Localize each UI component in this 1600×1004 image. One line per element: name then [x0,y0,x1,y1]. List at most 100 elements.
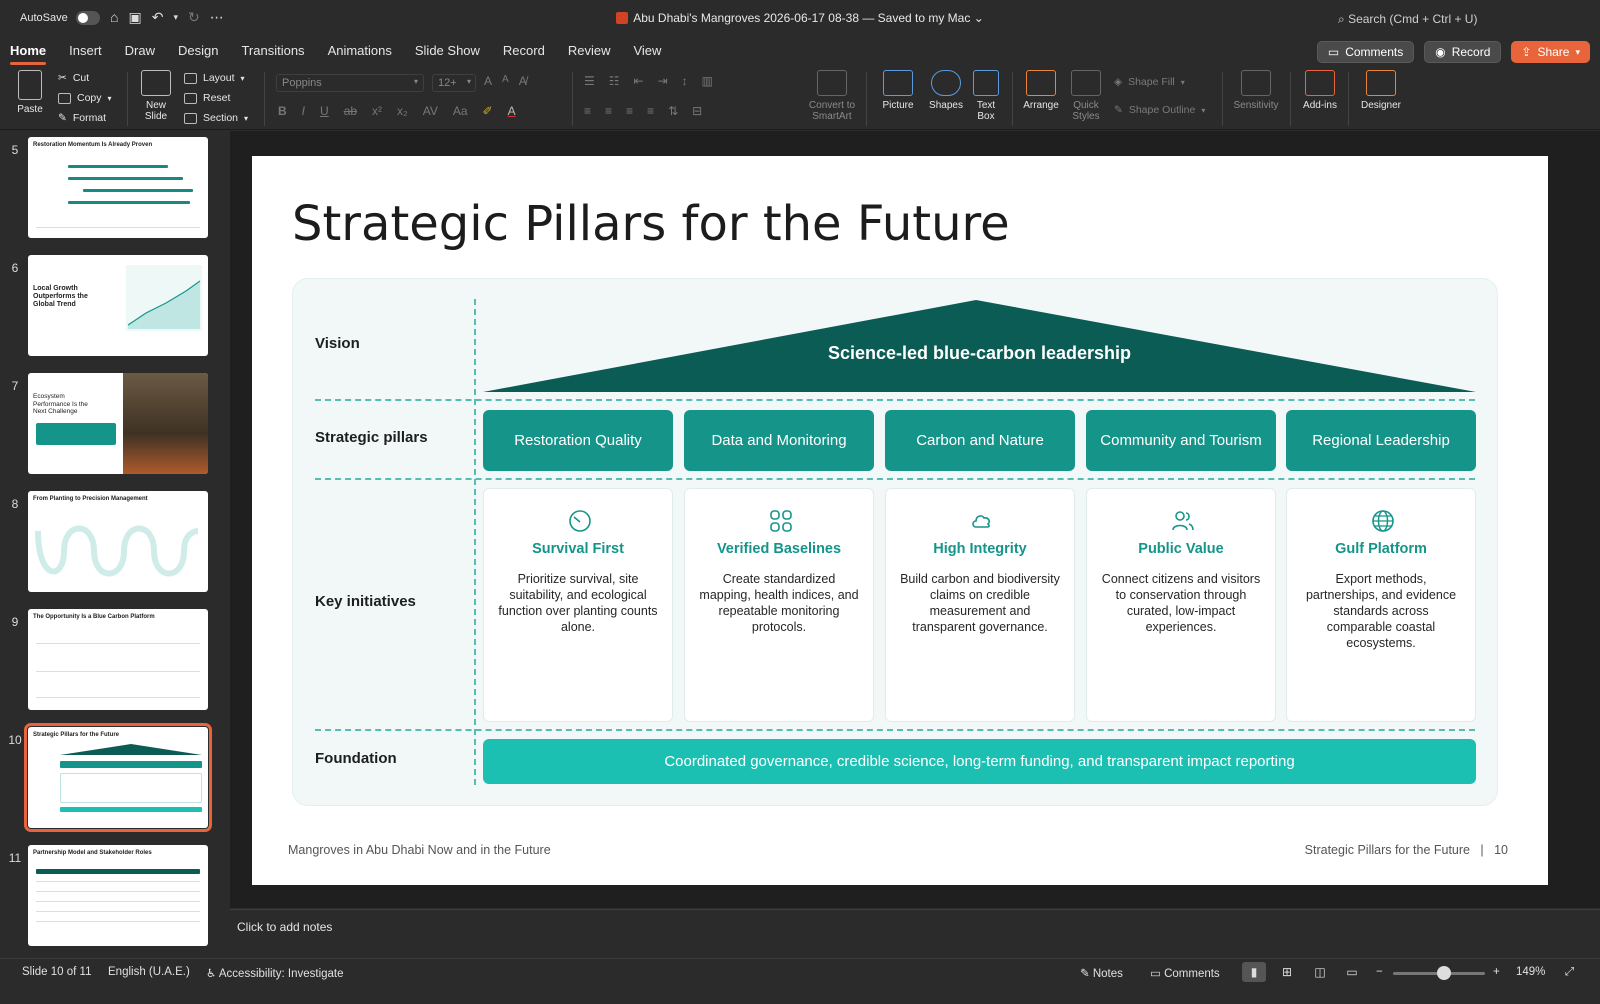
character-spacing-icon[interactable]: AV [423,104,438,118]
thumbnail-image-selected[interactable]: Strategic Pillars for the Future [24,723,212,832]
slide-title[interactable]: Strategic Pillars for the Future [292,196,1010,252]
shapes-button[interactable]: Shapes [924,70,968,111]
grow-font-icon[interactable]: A [484,74,492,88]
text-direction-icon[interactable]: ⇅ [668,104,678,118]
accessibility-button[interactable]: ♿ Accessibility: Investigate [206,966,344,980]
tab-design[interactable]: Design [178,43,218,62]
initiative-card[interactable]: High Integrity Build carbon and biodiver… [885,488,1075,722]
reading-view-button[interactable]: ◫ [1308,962,1332,982]
highlight-icon[interactable]: ✐ [483,104,493,118]
text-box-button[interactable]: Text Box [968,70,1004,122]
tab-view[interactable]: View [633,43,661,62]
tab-animations[interactable]: Animations [328,43,392,62]
thumbnail-image[interactable]: The Opportunity Is a Blue Carbon Platfor… [28,609,208,710]
tab-transitions[interactable]: Transitions [241,43,304,62]
font-name-select[interactable]: Poppins ▾ [276,74,424,92]
increase-indent-icon[interactable]: ⇥ [658,74,668,88]
comments-status-button[interactable]: ▭ Comments [1150,966,1220,980]
pillar-data-monitoring[interactable]: Data and Monitoring [684,410,874,471]
columns-icon[interactable]: ▥ [702,74,713,88]
slide-10[interactable]: Strategic Pillars for the Future Vision … [252,156,1548,885]
slide-show-button[interactable]: ▭ [1340,962,1364,982]
new-slide-button[interactable]: New Slide [136,70,176,122]
zoom-slider-handle[interactable] [1437,966,1451,980]
decrease-indent-icon[interactable]: ⇤ [634,74,644,88]
tab-insert[interactable]: Insert [69,43,102,62]
tab-slide-show[interactable]: Slide Show [415,43,480,62]
thumbnail-image[interactable]: Partnership Model and Stakeholder Roles [28,845,208,946]
pillar-community-tourism[interactable]: Community and Tourism [1086,410,1276,471]
slide-thumbnails-panel[interactable]: 5 Restoration Momentum Is Already Proven… [0,131,228,957]
initiative-card[interactable]: Public Value Connect citizens and visito… [1086,488,1276,722]
tab-review[interactable]: Review [568,43,611,62]
shapes-icon [931,70,961,96]
shape-fill-button[interactable]: ◈ Shape Fill ▾ [1114,72,1205,92]
initiative-card[interactable]: Survival First Prioritize survival, site… [483,488,673,722]
font-color-icon[interactable]: A [508,104,516,118]
bullets-icon[interactable]: ☰ [584,74,595,88]
align-text-icon[interactable]: ⊟ [692,104,702,118]
zoom-out-button[interactable]: − [1376,966,1383,978]
bold-icon[interactable]: B [278,104,287,118]
italic-icon[interactable]: I [302,104,305,118]
comments-button[interactable]: ▭ Comments [1316,41,1415,63]
arrange-button[interactable]: Arrange [1018,70,1064,111]
foundation-bar[interactable]: Coordinated governance, credible science… [483,739,1476,784]
pillars-diagram[interactable]: Vision Strategic pillars Key initiatives… [292,278,1498,806]
shrink-font-icon[interactable]: A [502,74,509,88]
share-button[interactable]: ⇪ Share ▾ [1511,41,1590,63]
reset-button[interactable]: Reset [184,88,248,108]
picture-button[interactable]: Picture [876,70,920,111]
slide-sorter-button[interactable]: ⊞ [1275,962,1299,982]
line-spacing-icon[interactable]: ↕ [682,74,688,88]
notes-button[interactable]: ✎ Notes [1080,966,1123,980]
align-left-icon[interactable]: ≡ [584,104,591,118]
pillar-regional-leadership[interactable]: Regional Leadership [1286,410,1476,471]
search-box[interactable]: ⌕ Search (Cmd + Ctrl + U) [1338,12,1477,27]
add-ins-button[interactable]: Add-ins [1298,70,1342,111]
fit-slide-icon[interactable]: ⤢ [1565,966,1574,979]
align-center-icon[interactable]: ≡ [605,104,612,118]
zoom-level[interactable]: 149% [1516,966,1545,978]
strikethrough-icon[interactable]: ab [344,104,357,118]
pillar-restoration-quality[interactable]: Restoration Quality [483,410,673,471]
thumbnail-image[interactable]: Local Growth Outperforms the Global Tren… [28,255,208,356]
tab-record[interactable]: Record [503,43,545,62]
thumbnail-image[interactable]: From Planting to Precision Management [28,491,208,592]
thumbnail-image[interactable]: Restoration Momentum Is Already Proven [28,137,208,238]
notes-placeholder[interactable]: Click to add notes [237,920,332,934]
shape-outline-button[interactable]: ✎ Shape Outline ▾ [1114,100,1205,120]
superscript-icon[interactable]: x² [372,104,382,118]
reset-label: Reset [203,92,231,104]
tab-draw[interactable]: Draw [125,43,155,62]
change-case-icon[interactable]: Aa [453,104,468,118]
numbering-icon[interactable]: ☷ [609,74,620,88]
paste-button[interactable]: Paste [12,70,48,115]
clear-format-icon[interactable]: A̸ [519,74,527,88]
record-button[interactable]: ◉ Record [1424,41,1502,63]
zoom-in-button[interactable]: + [1493,966,1500,978]
initiative-card[interactable]: Verified Baselines Create standardized m… [684,488,874,722]
copy-button[interactable]: Copy ▾ [58,88,112,108]
sensitivity-button[interactable]: Sensitivity [1228,70,1284,111]
initiative-card[interactable]: Gulf Platform Export methods, partnershi… [1286,488,1476,722]
thumbnail-image[interactable]: Ecosystem Performance Is the Next Challe… [28,373,208,474]
quick-styles-button[interactable]: Quick Styles [1066,70,1106,122]
pillar-carbon-nature[interactable]: Carbon and Nature [885,410,1075,471]
convert-smartart-button[interactable]: Convert to SmartArt [806,70,858,122]
notes-pane[interactable]: Click to add notes [230,909,1600,957]
format-painter-button[interactable]: ✎ Format [58,108,112,128]
normal-view-button[interactable]: ▮ [1242,962,1266,982]
justify-icon[interactable]: ≡ [647,104,654,118]
designer-button[interactable]: Designer [1356,70,1406,111]
subscript-icon[interactable]: x₂ [397,104,408,118]
font-size-select[interactable]: 12+ ▾ [432,74,476,92]
cut-button[interactable]: ✂ Cut [58,68,112,88]
underline-icon[interactable]: U [320,104,329,118]
layout-button[interactable]: Layout ▾ [184,68,248,88]
font-size-value: 12+ [438,77,457,89]
align-right-icon[interactable]: ≡ [626,104,633,118]
tab-home[interactable]: Home [10,43,47,65]
language-indicator[interactable]: English (U.A.E.) [108,966,190,978]
section-button[interactable]: Section ▾ [184,108,248,128]
